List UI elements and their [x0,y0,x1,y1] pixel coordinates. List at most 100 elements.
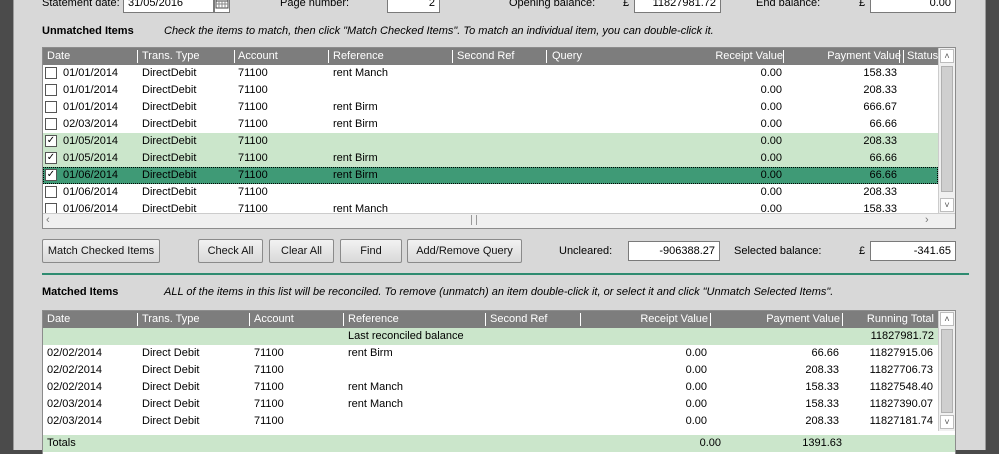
matched-items-title: Matched Items [42,286,119,298]
row-checkbox[interactable]: ✓ [45,135,57,147]
cell-trans-type: DirectDebit [142,186,197,198]
cell-account: 71100 [254,415,284,427]
cell-trans-type: Direct Debit [142,398,200,410]
col-status[interactable]: Status [907,50,938,62]
end-balance-label: End balance: [756,0,821,9]
uncleared-value: -906388.27 [659,245,715,257]
find-button[interactable]: Find [340,239,402,263]
col-account[interactable]: Account [254,313,294,325]
cell-reference: rent Manch [333,67,389,79]
clear-all-button[interactable]: Clear All [269,239,334,263]
table-row[interactable]: 02/03/2014 Direct Debit 71100 0.00 208.33 118… [43,413,938,430]
table-row[interactable]: 02/03/2014 DirectDebit 71100 rent Birm 0.00 6… [43,116,938,133]
col-trans-type[interactable]: Trans. Type [142,313,199,325]
page-number-field[interactable]: 2 [387,0,440,13]
cell-receipt-value: 0.00 [685,381,707,393]
cell-date: 02/02/2014 [47,347,103,359]
cell-reference: rent Birm [333,169,378,181]
table-row[interactable]: 01/01/2014 DirectDebit 71100 rent Manch 0.00… [43,65,938,82]
cell-account: 71100 [238,152,268,164]
totals-row: Totals 0.00 1391.63 [43,435,955,452]
end-balance-field[interactable]: 0.00 [870,0,956,13]
table-row[interactable]: 01/06/2014 DirectDebit 71100 0.00 208.33 [43,184,938,201]
col-reference[interactable]: Reference [333,50,384,62]
cell-account: 71100 [238,84,268,96]
cell-trans-type: Direct Debit [142,381,200,393]
scroll-down-icon[interactable]: ˅ [940,415,954,429]
row-checkbox[interactable] [45,186,57,198]
col-second-ref[interactable]: Second Ref [490,313,547,325]
last-reconciled-row: Last reconciled balance 11827981.72 [43,328,939,345]
cell-payment-value: 158.33 [805,398,839,410]
col-reference[interactable]: Reference [348,313,399,325]
table-row[interactable]: ✓ 01/06/2014 DirectDebit 71100 rent Birm 0.00… [43,167,938,184]
table-row[interactable]: 02/02/2014 Direct Debit 71100 0.00 208.33 118… [43,362,938,379]
scroll-grip-icon[interactable] [471,215,477,225]
opening-balance-value: 11827981.72 [652,0,716,9]
cell-trans-type: DirectDebit [142,67,197,79]
table-row[interactable]: 02/02/2014 Direct Debit 71100 rent Birm 0.00… [43,345,938,362]
statement-date-label: Statement date: [42,0,120,9]
table-row[interactable]: 01/01/2014 DirectDebit 71100 rent Birm 0.00 6… [43,99,938,116]
col-trans-type[interactable]: Trans. Type [142,50,199,62]
cell-payment-value: 208.33 [805,415,839,427]
cell-running-total: 11827181.74 [869,415,933,427]
cell-trans-type: DirectDebit [142,169,197,181]
statement-date-field[interactable]: 31/05/2016 [123,0,214,13]
table-row[interactable]: ✓ 01/05/2014 DirectDebit 71100 0.00 208.33 [43,133,938,150]
row-checkbox[interactable] [45,101,57,113]
row-checkbox[interactable] [45,67,57,79]
calendar-icon[interactable] [214,0,230,13]
opening-currency-symbol: £ [623,0,630,9]
cell-trans-type: Direct Debit [142,415,200,427]
cell-trans-type: DirectDebit [142,84,197,96]
cell-receipt-value: 0.00 [760,152,782,164]
col-payment-value[interactable]: Payment Value [827,50,901,62]
col-query[interactable]: Query [552,50,582,62]
matched-vertical-scrollbar[interactable]: ˄ ˅ [938,311,955,431]
table-row[interactable]: 02/03/2014 Direct Debit 71100 rent Manch 0.0… [43,396,938,413]
row-checkbox[interactable]: ✓ [45,169,57,181]
col-running-total[interactable]: Running Total [867,313,934,325]
row-checkbox[interactable]: ✓ [45,152,57,164]
cell-receipt-value: 0.00 [685,347,707,359]
end-currency-symbol: £ [859,0,866,9]
table-row[interactable]: 01/01/2014 DirectDebit 71100 0.00 208.33 [43,82,938,99]
scroll-left-icon[interactable]: ‹ [46,214,50,226]
cell-payment-value: 66.66 [811,347,839,359]
check-all-button[interactable]: Check All [198,239,263,263]
match-checked-items-button[interactable]: Match Checked Items [42,239,160,263]
scroll-thumb[interactable] [941,329,953,413]
row-checkbox[interactable] [45,84,57,96]
scroll-down-icon[interactable]: ˅ [940,198,954,212]
col-payment-value[interactable]: Payment Value [766,313,840,325]
cell-date: 02/02/2014 [47,364,103,376]
scroll-thumb[interactable] [941,66,953,192]
cell-date: 01/05/2014 [63,152,119,164]
scroll-up-icon[interactable]: ˄ [940,49,954,63]
opening-balance-field[interactable]: 11827981.72 [634,0,721,13]
col-receipt-value[interactable]: Receipt Value [640,313,708,325]
add-remove-query-button[interactable]: Add/Remove Query [407,239,522,263]
table-row[interactable]: 02/02/2014 Direct Debit 71100 rent Manch 0.0… [43,379,938,396]
cell-date: 01/06/2014 [63,169,119,181]
cell-reference: rent Birm [333,152,378,164]
unmatched-items-hint: Check the items to match, then click "Ma… [164,25,714,37]
cell-payment-value: 208.33 [863,186,897,198]
col-date[interactable]: Date [47,313,70,325]
col-date[interactable]: Date [47,50,70,62]
cell-account: 71100 [238,67,268,79]
col-second-ref[interactable]: Second Ref [457,50,514,62]
col-account[interactable]: Account [238,50,278,62]
opening-balance-label: Opening balance: [509,0,596,9]
row-checkbox[interactable] [45,118,57,130]
unmatched-vertical-scrollbar[interactable]: ˄ ˅ [938,48,955,214]
scroll-up-icon[interactable]: ˄ [940,312,954,326]
unmatched-horizontal-scrollbar[interactable]: ‹ › [43,213,955,228]
table-row[interactable]: ✓ 01/05/2014 DirectDebit 71100 rent Birm 0.00… [43,150,938,167]
cell-account: 71100 [238,169,268,181]
cell-trans-type: DirectDebit [142,135,197,147]
totals-payment: 1391.63 [802,437,842,449]
col-receipt-value[interactable]: Receipt Value [715,50,783,62]
scroll-right-icon[interactable]: › [925,214,929,226]
